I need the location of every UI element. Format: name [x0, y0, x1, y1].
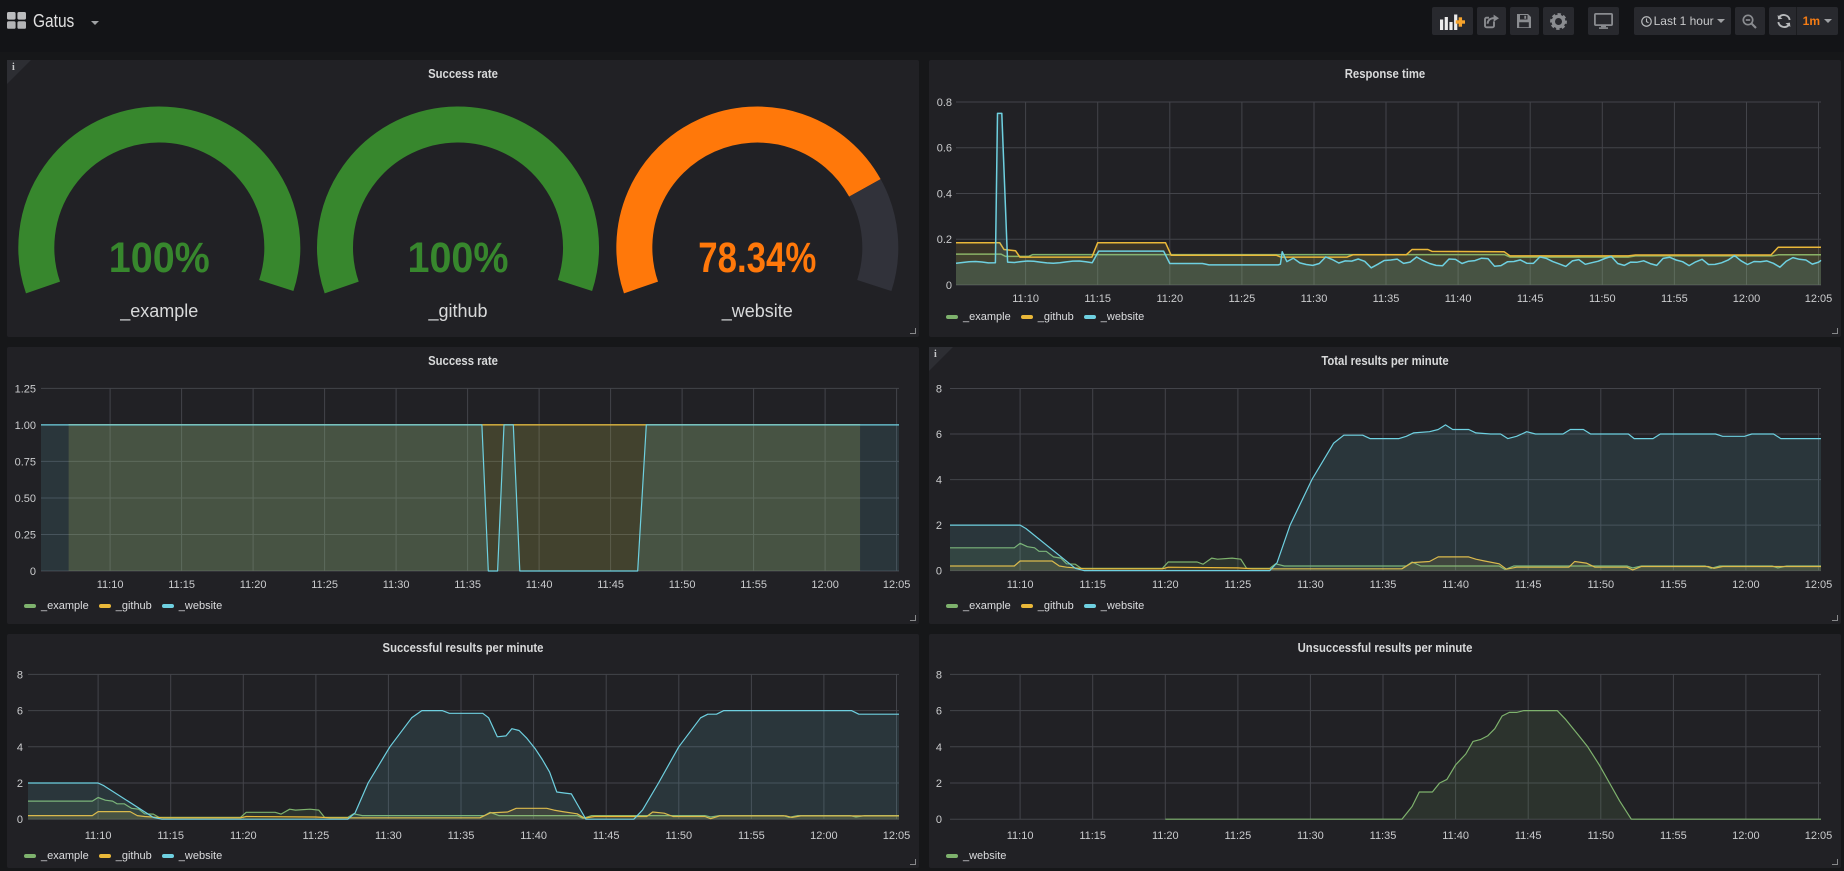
svg-text:12:00: 12:00 — [1733, 293, 1761, 305]
svg-text:4: 4 — [17, 742, 23, 754]
svg-text:12:00: 12:00 — [1732, 830, 1760, 842]
svg-text:0: 0 — [936, 814, 942, 826]
svg-text:12:05: 12:05 — [883, 830, 911, 842]
svg-text:12:05: 12:05 — [1805, 579, 1833, 591]
svg-text:11:50: 11:50 — [669, 579, 696, 591]
svg-text:100%: 100% — [408, 234, 509, 282]
svg-text:11:10: 11:10 — [85, 830, 112, 842]
svg-text:11:35: 11:35 — [1370, 830, 1397, 842]
svg-text:11:20: 11:20 — [240, 579, 267, 591]
svg-text:0.2: 0.2 — [937, 234, 952, 246]
svg-text:11:50: 11:50 — [665, 830, 692, 842]
svg-text:2: 2 — [936, 520, 942, 532]
svg-text:11:25: 11:25 — [303, 830, 330, 842]
svg-text:11:55: 11:55 — [740, 579, 767, 591]
svg-text:11:45: 11:45 — [1517, 293, 1544, 305]
svg-text:11:50: 11:50 — [1587, 579, 1614, 591]
svg-text:1.25: 1.25 — [15, 383, 36, 395]
svg-text:1.00: 1.00 — [15, 420, 36, 432]
svg-text:11:55: 11:55 — [738, 830, 765, 842]
svg-text:6: 6 — [17, 706, 23, 718]
svg-text:11:10: 11:10 — [1012, 293, 1039, 305]
svg-text:11:30: 11:30 — [1301, 293, 1328, 305]
svg-text:12:00: 12:00 — [1732, 579, 1760, 591]
svg-text:11:35: 11:35 — [454, 579, 481, 591]
svg-text:0: 0 — [30, 566, 36, 578]
svg-text:11:55: 11:55 — [1661, 293, 1688, 305]
svg-text:4: 4 — [936, 742, 942, 754]
svg-text:11:10: 11:10 — [1007, 830, 1034, 842]
svg-text:11:15: 11:15 — [1079, 579, 1106, 591]
svg-text:6: 6 — [936, 706, 942, 718]
svg-text:78.34%: 78.34% — [698, 234, 816, 282]
svg-text:4: 4 — [936, 475, 942, 487]
svg-text:11:20: 11:20 — [1152, 579, 1179, 591]
svg-text:0: 0 — [946, 280, 952, 292]
svg-text:11:35: 11:35 — [1370, 579, 1397, 591]
svg-text:_website: _website — [721, 301, 793, 322]
svg-text:11:30: 11:30 — [375, 830, 402, 842]
svg-text:11:35: 11:35 — [1373, 293, 1400, 305]
svg-text:11:10: 11:10 — [1007, 579, 1034, 591]
svg-text:11:15: 11:15 — [157, 830, 184, 842]
svg-text:0.25: 0.25 — [15, 530, 36, 542]
svg-text:11:40: 11:40 — [1442, 830, 1469, 842]
svg-text:11:15: 11:15 — [1079, 830, 1106, 842]
svg-text:0.75: 0.75 — [15, 456, 36, 468]
svg-text:12:00: 12:00 — [810, 830, 838, 842]
svg-text:12:05: 12:05 — [1805, 830, 1833, 842]
svg-text:6: 6 — [936, 429, 942, 441]
svg-text:8: 8 — [936, 384, 942, 396]
svg-text:12:05: 12:05 — [1805, 293, 1833, 305]
svg-text:11:20: 11:20 — [1156, 293, 1183, 305]
svg-text:11:20: 11:20 — [230, 830, 257, 842]
svg-text:11:50: 11:50 — [1587, 830, 1614, 842]
svg-text:0.4: 0.4 — [937, 189, 952, 201]
svg-text:11:15: 11:15 — [168, 579, 195, 591]
svg-text:11:55: 11:55 — [1660, 579, 1687, 591]
svg-text:11:45: 11:45 — [593, 830, 620, 842]
svg-text:11:40: 11:40 — [526, 579, 553, 591]
svg-text:12:05: 12:05 — [883, 579, 911, 591]
svg-text:11:25: 11:25 — [1225, 830, 1252, 842]
svg-text:11:30: 11:30 — [1297, 579, 1324, 591]
svg-text:11:45: 11:45 — [1515, 579, 1542, 591]
svg-text:11:30: 11:30 — [1297, 830, 1324, 842]
svg-text:11:50: 11:50 — [1589, 293, 1616, 305]
svg-text:12:00: 12:00 — [811, 579, 839, 591]
svg-text:11:25: 11:25 — [1225, 579, 1252, 591]
svg-text:100%: 100% — [109, 234, 210, 282]
svg-text:11:55: 11:55 — [1660, 830, 1687, 842]
svg-text:8: 8 — [936, 669, 942, 681]
svg-text:0: 0 — [936, 566, 942, 578]
svg-text:8: 8 — [17, 669, 23, 681]
svg-text:11:35: 11:35 — [448, 830, 475, 842]
svg-text:_github: _github — [427, 301, 487, 322]
svg-text:11:40: 11:40 — [1442, 579, 1469, 591]
svg-text:11:45: 11:45 — [1515, 830, 1542, 842]
svg-text:11:45: 11:45 — [597, 579, 624, 591]
svg-text:0.50: 0.50 — [15, 493, 36, 505]
svg-text:0.8: 0.8 — [937, 97, 952, 109]
svg-text:11:10: 11:10 — [97, 579, 124, 591]
svg-text:11:25: 11:25 — [311, 579, 338, 591]
svg-text:2: 2 — [17, 778, 23, 790]
svg-text:11:20: 11:20 — [1152, 830, 1179, 842]
svg-text:11:40: 11:40 — [520, 830, 547, 842]
svg-text:0: 0 — [17, 814, 23, 826]
svg-text:11:25: 11:25 — [1229, 293, 1256, 305]
svg-text:_example: _example — [119, 301, 198, 322]
svg-text:11:40: 11:40 — [1445, 293, 1472, 305]
svg-text:11:30: 11:30 — [383, 579, 410, 591]
svg-text:0.6: 0.6 — [937, 143, 952, 155]
svg-text:11:15: 11:15 — [1084, 293, 1111, 305]
svg-text:2: 2 — [936, 778, 942, 790]
